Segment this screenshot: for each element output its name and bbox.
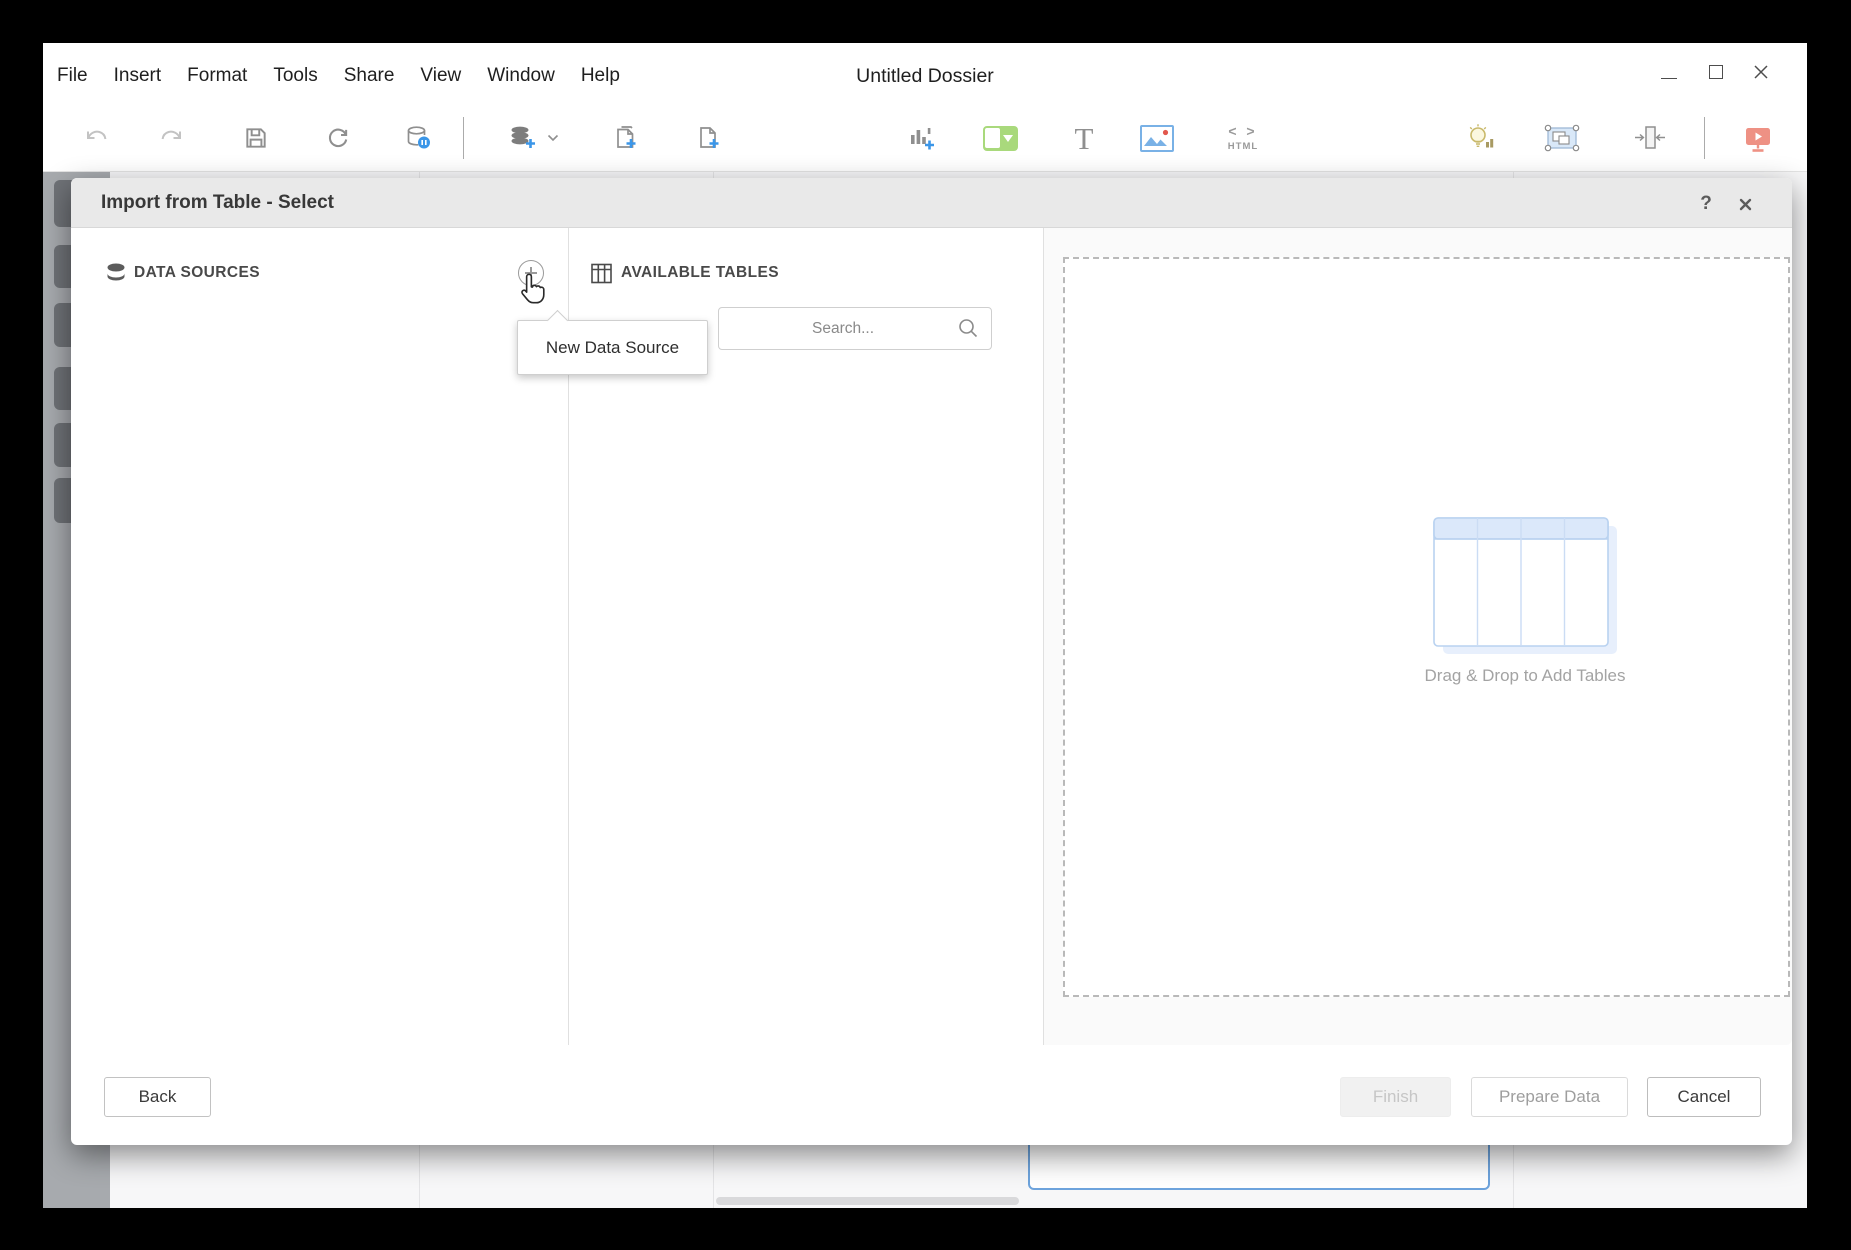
database-icon bbox=[105, 262, 127, 284]
database-pause-icon bbox=[405, 125, 432, 151]
available-tables-header: AVAILABLE TABLES bbox=[621, 264, 779, 282]
lightbulb-chart-icon bbox=[1466, 123, 1498, 153]
image-icon bbox=[1140, 125, 1174, 152]
close-window-button[interactable] bbox=[1744, 57, 1778, 87]
undo-icon bbox=[83, 126, 109, 150]
add-data-button[interactable] bbox=[500, 116, 544, 160]
dialog-title: Import from Table - Select bbox=[101, 178, 334, 228]
page-add-icon bbox=[611, 124, 639, 152]
chevron-down-icon bbox=[547, 134, 559, 142]
toolbar: T < > HTML bbox=[43, 99, 1807, 172]
refresh-icon bbox=[325, 125, 351, 151]
undo-button[interactable] bbox=[74, 116, 118, 160]
table-icon bbox=[590, 262, 613, 285]
minimize-icon bbox=[1661, 78, 1677, 79]
prepare-data-button[interactable]: Prepare Data bbox=[1471, 1077, 1628, 1117]
horizontal-scrollbar[interactable] bbox=[716, 1197, 1019, 1205]
add-selector-button[interactable] bbox=[978, 116, 1022, 160]
dialog-header: Import from Table - Select ? bbox=[71, 178, 1792, 228]
close-icon bbox=[1739, 198, 1752, 211]
new-data-source-tooltip: New Data Source bbox=[517, 320, 708, 375]
fit-width-icon bbox=[1633, 123, 1667, 153]
import-from-table-dialog: Import from Table - Select ? DATA SOURCE… bbox=[71, 178, 1792, 1145]
dropzone-caption: Drag & Drop to Add Tables bbox=[1315, 666, 1735, 686]
presentation-icon bbox=[1743, 124, 1773, 153]
search-icon[interactable] bbox=[957, 317, 979, 339]
redo-icon bbox=[159, 126, 185, 150]
search-box bbox=[718, 307, 992, 350]
save-icon bbox=[243, 125, 269, 151]
canvas-layout-icon bbox=[1543, 122, 1581, 154]
data-sources-header: DATA SOURCES bbox=[134, 264, 260, 282]
chart-add-icon bbox=[907, 124, 937, 152]
free-form-layout-button[interactable] bbox=[1540, 116, 1584, 160]
finish-button[interactable]: Finish bbox=[1340, 1077, 1451, 1117]
add-visualization-button[interactable] bbox=[900, 116, 944, 160]
back-button[interactable]: Back bbox=[104, 1077, 211, 1117]
new-chapter-button[interactable] bbox=[686, 116, 730, 160]
table-illustration-icon bbox=[1433, 517, 1623, 659]
minimize-button[interactable] bbox=[1652, 57, 1686, 87]
search-input[interactable] bbox=[718, 307, 992, 350]
save-button[interactable] bbox=[234, 116, 278, 160]
toolbar-separator bbox=[463, 117, 464, 159]
html-icon: < > HTML bbox=[1228, 125, 1258, 152]
selector-icon bbox=[983, 126, 1018, 151]
maximize-button[interactable] bbox=[1699, 57, 1733, 87]
menubar: File Insert Format Tools Share View Wind… bbox=[43, 43, 1807, 99]
table-dropzone[interactable] bbox=[1063, 257, 1790, 997]
tooltip-label: New Data Source bbox=[546, 338, 679, 358]
redo-button[interactable] bbox=[150, 116, 194, 160]
insights-button[interactable] bbox=[1460, 116, 1504, 160]
maximize-icon bbox=[1709, 65, 1723, 79]
fit-to-window-button[interactable] bbox=[1628, 116, 1672, 160]
refresh-button[interactable] bbox=[316, 116, 360, 160]
window-title: Untitled Dossier bbox=[43, 65, 1807, 88]
dialog-close-button[interactable] bbox=[1730, 189, 1760, 219]
new-page-button[interactable] bbox=[603, 116, 647, 160]
hand-cursor bbox=[518, 272, 548, 306]
database-add-icon bbox=[507, 124, 537, 152]
add-html-button[interactable]: < > HTML bbox=[1221, 116, 1265, 160]
presentation-mode-button[interactable] bbox=[1736, 116, 1780, 160]
panel-divider bbox=[1043, 228, 1044, 1045]
close-icon bbox=[1752, 63, 1770, 81]
app-window: File Insert Format Tools Share View Wind… bbox=[43, 43, 1807, 1208]
datasource-status-button[interactable] bbox=[396, 116, 440, 160]
text-icon: T bbox=[1075, 123, 1094, 154]
add-image-button[interactable] bbox=[1135, 116, 1179, 160]
cancel-button[interactable]: Cancel bbox=[1647, 1077, 1761, 1117]
toolbar-separator bbox=[1704, 117, 1705, 159]
document-add-icon bbox=[694, 124, 722, 152]
add-text-button[interactable]: T bbox=[1062, 116, 1106, 160]
screenshot-stage: File Insert Format Tools Share View Wind… bbox=[0, 0, 1851, 1250]
add-data-dropdown[interactable] bbox=[541, 116, 565, 160]
dialog-help-button[interactable]: ? bbox=[1691, 189, 1721, 219]
